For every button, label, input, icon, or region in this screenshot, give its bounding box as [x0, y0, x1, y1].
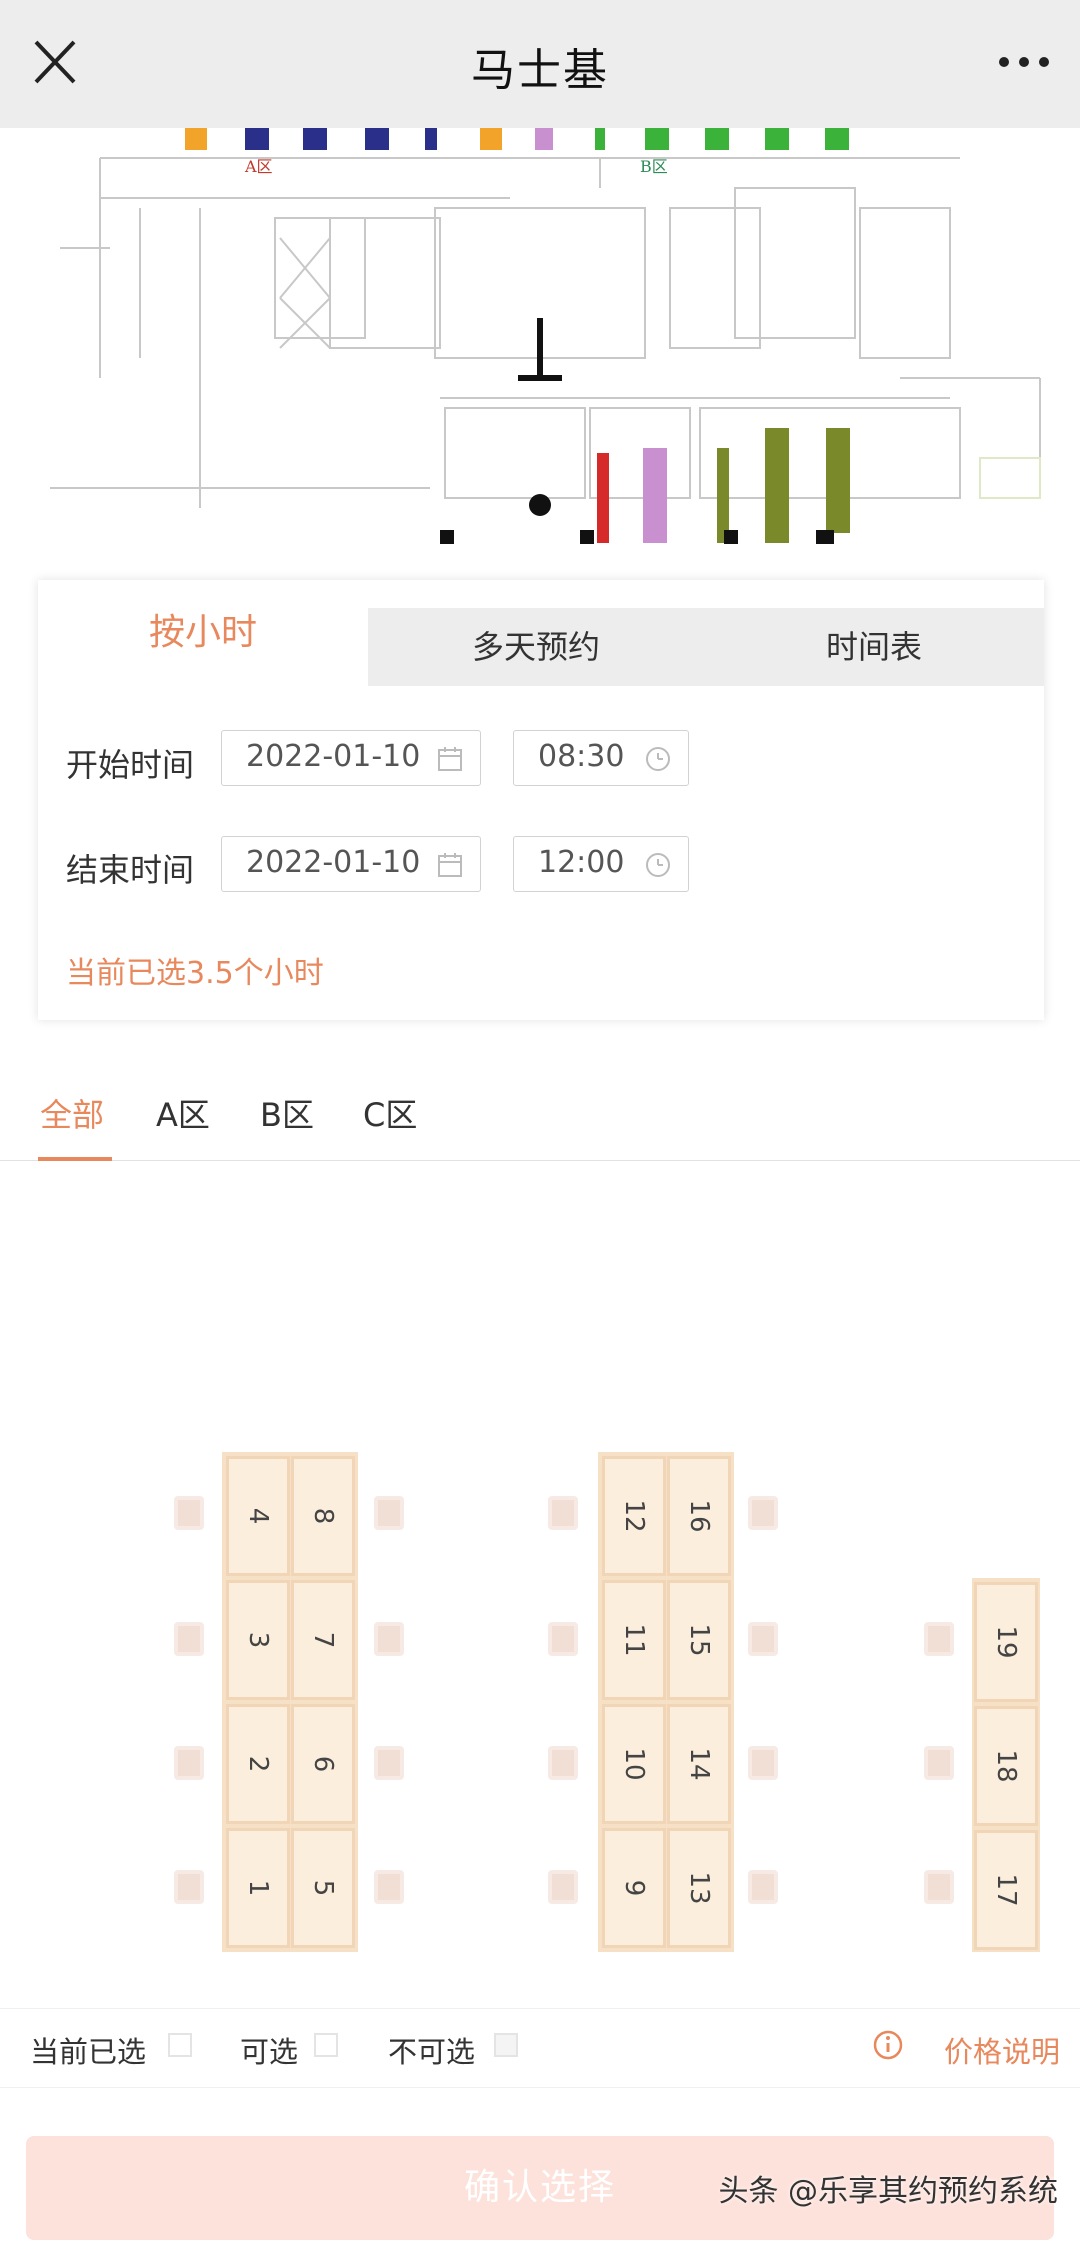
zone-b-label: B区	[640, 157, 668, 176]
watermark-text: 头条 @乐享其约预约系统	[718, 2174, 1058, 2209]
price-info-link[interactable]: 价格说明	[944, 2029, 1060, 2071]
seat[interactable]: 5	[291, 1828, 355, 1948]
chair-icon	[174, 1746, 204, 1780]
seat-map: 4 3 2 1 8 7 6 5 12 11 10 9 16 15 14 13 1…	[0, 1162, 1080, 2002]
seat[interactable]: 8	[291, 1456, 355, 1576]
tab-by-hour[interactable]: 按小时	[38, 580, 368, 686]
end-time-field[interactable]: 12:00	[513, 836, 689, 892]
chair-icon	[374, 1746, 404, 1780]
chair-icon	[374, 1496, 404, 1530]
seat[interactable]: 13	[667, 1828, 731, 1948]
start-date-field[interactable]: 2022-01-10	[221, 730, 481, 786]
start-time-label: 开始时间	[66, 746, 195, 784]
seat[interactable]: 16	[667, 1456, 731, 1576]
chair-icon	[548, 1870, 578, 1904]
seat[interactable]: 4	[226, 1456, 290, 1576]
end-date-field[interactable]: 2022-01-10	[221, 836, 481, 892]
seat[interactable]: 12	[602, 1456, 666, 1576]
seat[interactable]: 14	[667, 1704, 731, 1824]
end-date-value: 2022-01-10	[246, 845, 421, 880]
nav-bar: 马士基	[0, 0, 1080, 128]
chair-icon	[548, 1622, 578, 1656]
legend-selected-label: 当前已选	[30, 2035, 147, 2069]
chair-icon	[174, 1870, 204, 1904]
legend-unavailable-swatch	[494, 2033, 518, 2057]
legend-selected-swatch	[168, 2033, 192, 2057]
chair-icon	[548, 1496, 578, 1530]
end-time-value: 12:00	[538, 845, 625, 880]
clock-icon	[646, 747, 670, 771]
seat[interactable]: 19	[974, 1582, 1038, 1702]
seat[interactable]: 3	[226, 1580, 290, 1700]
chair-icon	[748, 1496, 778, 1530]
calendar-icon	[438, 853, 462, 877]
selected-duration-hint: 当前已选3.5个小时	[66, 956, 324, 991]
chair-icon	[374, 1622, 404, 1656]
seat[interactable]: 10	[602, 1704, 666, 1824]
legend-available-label: 可选	[240, 2035, 299, 2069]
info-icon[interactable]	[872, 2029, 904, 2061]
seat[interactable]: 15	[667, 1580, 731, 1700]
booking-tabs: 按小时 多天预约 时间表	[38, 580, 1044, 686]
chair-icon	[174, 1622, 204, 1656]
seat[interactable]: 7	[291, 1580, 355, 1700]
start-time-field[interactable]: 08:30	[513, 730, 689, 786]
tab-multi-day[interactable]: 多天预约	[368, 608, 704, 686]
zone-tabs: 全部 A区 B区 C区	[0, 1060, 1080, 1161]
seat[interactable]: 11	[602, 1580, 666, 1700]
chair-icon	[174, 1496, 204, 1530]
chair-icon	[924, 1746, 954, 1780]
seat[interactable]: 17	[974, 1830, 1038, 1950]
chair-icon	[924, 1622, 954, 1656]
start-date-value: 2022-01-10	[246, 739, 421, 774]
zone-tab-c[interactable]: C区	[363, 1090, 417, 1136]
page-title: 马士基	[471, 45, 609, 96]
tab-timetable[interactable]: 时间表	[704, 608, 1044, 686]
booking-card: 按小时 多天预约 时间表 开始时间 2022-01-10 08:30 结束时间 …	[38, 580, 1044, 1020]
zone-tab-a[interactable]: A区	[156, 1090, 210, 1136]
active-tab-indicator	[38, 1157, 112, 1161]
chair-icon	[748, 1870, 778, 1904]
floor-plan-image: A区 B区	[0, 128, 1080, 548]
seat-legend: 当前已选 可选 不可选 价格说明	[0, 2008, 1080, 2088]
zone-tab-all[interactable]: 全部	[40, 1090, 104, 1136]
seat[interactable]: 6	[291, 1704, 355, 1824]
chair-icon	[748, 1746, 778, 1780]
zone-a-label: A区	[244, 157, 273, 176]
seat[interactable]: 2	[226, 1704, 290, 1824]
clock-icon	[646, 853, 670, 877]
start-time-value: 08:30	[538, 739, 625, 774]
legend-available-swatch	[314, 2033, 338, 2057]
chair-icon	[374, 1870, 404, 1904]
calendar-icon	[438, 747, 462, 771]
chair-icon	[548, 1746, 578, 1780]
chair-icon	[924, 1870, 954, 1904]
end-time-label: 结束时间	[66, 851, 195, 889]
seat[interactable]: 1	[226, 1828, 290, 1948]
seat[interactable]: 9	[602, 1828, 666, 1948]
seat[interactable]: 18	[974, 1706, 1038, 1826]
chair-icon	[748, 1622, 778, 1656]
zone-tab-b[interactable]: B区	[260, 1090, 314, 1136]
more-icon[interactable]	[994, 40, 1054, 84]
legend-unavailable-label: 不可选	[388, 2035, 476, 2069]
